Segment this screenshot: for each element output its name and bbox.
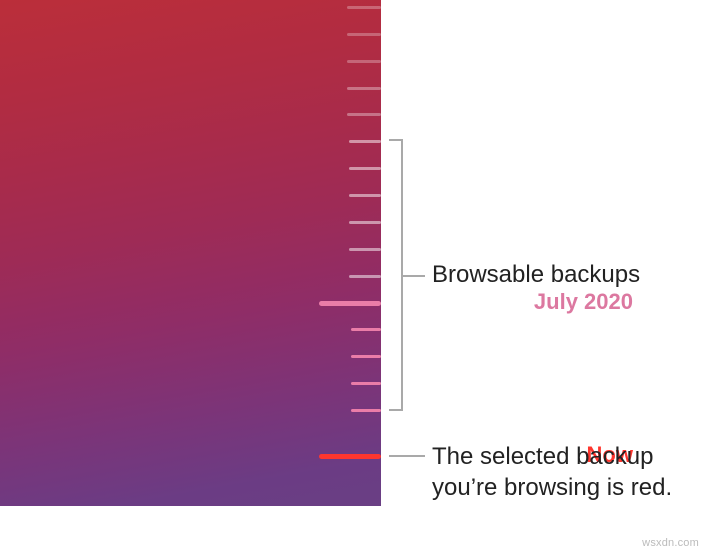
tick-backup[interactable]	[349, 140, 381, 143]
diagram-stage: July 2020 Now Browsable backups The sele…	[0, 0, 705, 553]
tick-month[interactable]	[319, 301, 381, 306]
tick-backup[interactable]	[347, 60, 381, 63]
backup-timeline[interactable]	[0, 0, 381, 506]
watermark: wsxdn.com	[642, 537, 699, 549]
callout-selected-line2: you’re browsing is red.	[432, 474, 672, 501]
bracket-leader	[403, 275, 425, 277]
tick-backup[interactable]	[351, 328, 381, 331]
month-label: July 2020	[534, 289, 633, 315]
now-leader	[389, 455, 425, 457]
tick-backup[interactable]	[349, 194, 381, 197]
tick-backup[interactable]	[351, 355, 381, 358]
tick-backup[interactable]	[349, 275, 381, 278]
callout-selected: The selected backup you’re browsing is r…	[432, 441, 672, 503]
tick-backup[interactable]	[347, 33, 381, 36]
callout-browsable: Browsable backups	[432, 259, 640, 290]
tick-backup[interactable]	[347, 6, 381, 9]
callout-selected-line1: The selected backup	[432, 443, 653, 470]
tick-backup[interactable]	[351, 409, 381, 412]
tick-backup[interactable]	[351, 382, 381, 385]
tick-backup[interactable]	[349, 167, 381, 170]
tick-backup[interactable]	[347, 113, 381, 116]
tick-backup[interactable]	[349, 248, 381, 251]
browsable-bracket	[389, 139, 403, 411]
tick-now[interactable]	[319, 454, 381, 459]
tick-backup[interactable]	[347, 87, 381, 90]
tick-backup[interactable]	[349, 221, 381, 224]
